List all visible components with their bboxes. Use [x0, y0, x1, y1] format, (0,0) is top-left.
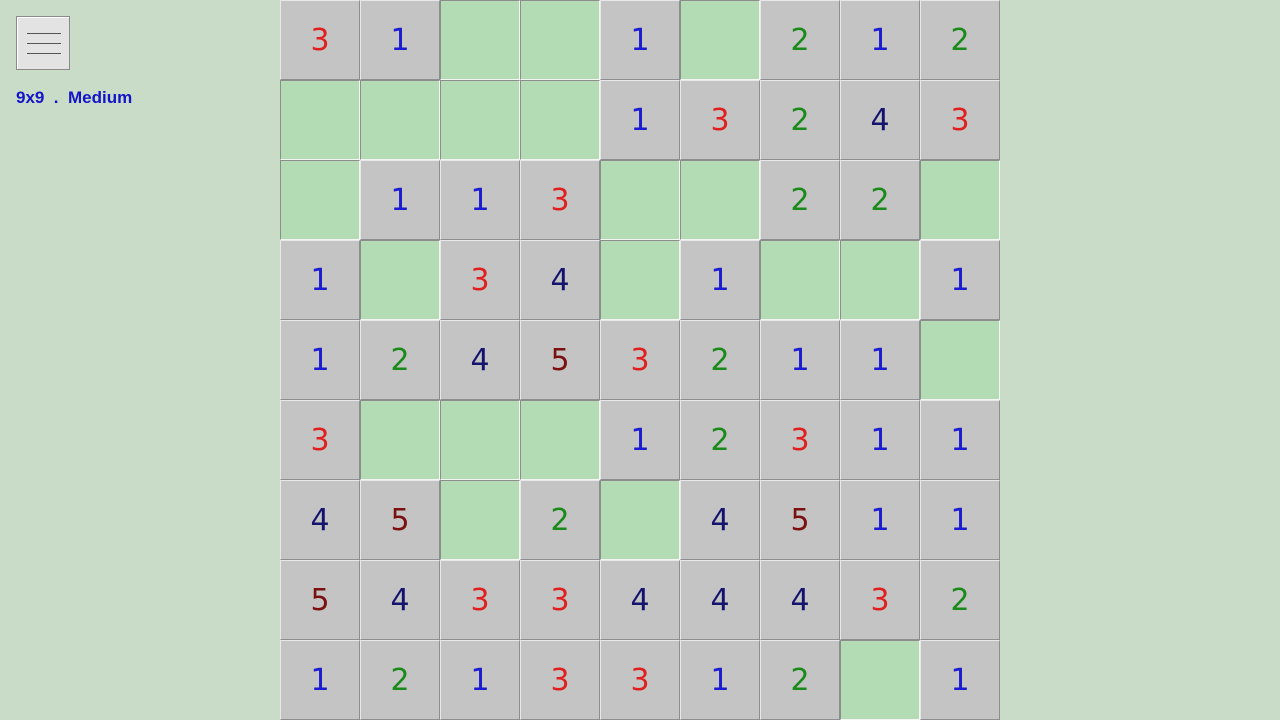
board-cell-blank[interactable] [600, 160, 680, 240]
board-cell-blank[interactable] [360, 400, 440, 480]
board-cell-number[interactable]: 1 [840, 400, 920, 480]
board-cell-number[interactable]: 1 [920, 640, 1000, 720]
board-cell-number[interactable]: 1 [280, 240, 360, 320]
board-cell-number[interactable]: 3 [600, 320, 680, 400]
board-cell-number[interactable]: 1 [920, 240, 1000, 320]
board-cell-number[interactable]: 2 [920, 0, 1000, 80]
board-cell-blank[interactable] [680, 160, 760, 240]
board-cell-number[interactable]: 5 [760, 480, 840, 560]
board-cell-number[interactable]: 4 [760, 560, 840, 640]
board-cell-blank[interactable] [840, 240, 920, 320]
board-cell-blank[interactable] [840, 640, 920, 720]
board-cell-blank[interactable] [520, 400, 600, 480]
board-cell-number[interactable]: 3 [520, 560, 600, 640]
board-cell-number[interactable]: 1 [760, 320, 840, 400]
board-cell-blank[interactable] [440, 480, 520, 560]
board-cell-number[interactable]: 3 [920, 80, 1000, 160]
board-cell-number[interactable]: 3 [440, 240, 520, 320]
board-cell-blank[interactable] [680, 0, 760, 80]
board-cell-number[interactable]: 1 [600, 80, 680, 160]
board-cell-blank[interactable] [360, 80, 440, 160]
board-cell-number[interactable]: 1 [600, 0, 680, 80]
board-cell-number[interactable]: 2 [520, 480, 600, 560]
board-cell-number[interactable]: 1 [920, 480, 1000, 560]
board-cell-blank[interactable] [760, 240, 840, 320]
game-size-difficulty-label: 9x9 . Medium [16, 88, 133, 107]
board-cell-number[interactable]: 4 [680, 480, 760, 560]
board-cell-number[interactable]: 4 [440, 320, 520, 400]
board-cell-number[interactable]: 1 [840, 0, 920, 80]
board-cell-number[interactable]: 2 [760, 160, 840, 240]
board-cell-blank[interactable] [440, 0, 520, 80]
board-cell-blank[interactable] [280, 160, 360, 240]
board-cell-number[interactable]: 2 [760, 80, 840, 160]
board-cell-number[interactable]: 4 [280, 480, 360, 560]
board-cell-blank[interactable] [600, 240, 680, 320]
board-cell-blank[interactable] [280, 80, 360, 160]
board-cell-number[interactable]: 1 [440, 640, 520, 720]
board-cell-number[interactable]: 1 [840, 320, 920, 400]
board-cell-number[interactable]: 2 [680, 320, 760, 400]
board-cell-number[interactable]: 5 [360, 480, 440, 560]
board-cell-blank[interactable] [600, 480, 680, 560]
board-cell-number[interactable]: 4 [600, 560, 680, 640]
game-screen: 9x9 . Medium 311212132431132213411124532… [0, 0, 1280, 720]
board-cell-number[interactable]: 4 [360, 560, 440, 640]
board-cell-number[interactable]: 1 [280, 640, 360, 720]
board-cell-number[interactable]: 2 [360, 320, 440, 400]
board-cell-blank[interactable] [360, 240, 440, 320]
board-cell-number[interactable]: 1 [360, 0, 440, 80]
board-cell-number[interactable]: 1 [840, 480, 920, 560]
board-cell-number[interactable]: 4 [680, 560, 760, 640]
board-cell-number[interactable]: 3 [520, 640, 600, 720]
board-cell-number[interactable]: 1 [440, 160, 520, 240]
board-cell-number[interactable]: 3 [760, 400, 840, 480]
board-cell-number[interactable]: 1 [680, 640, 760, 720]
board-cell-number[interactable]: 2 [840, 160, 920, 240]
board-cell-number[interactable]: 4 [840, 80, 920, 160]
game-board: 3112121324311322134111245321131231145245… [280, 0, 1000, 720]
board-cell-number[interactable]: 1 [680, 240, 760, 320]
hamburger-menu-icon [27, 53, 61, 54]
board-cell-number[interactable]: 5 [520, 320, 600, 400]
board-cell-number[interactable]: 3 [680, 80, 760, 160]
board-cell-number[interactable]: 2 [760, 640, 840, 720]
hamburger-menu-icon [27, 33, 61, 34]
board-cell-number[interactable]: 3 [440, 560, 520, 640]
board-cell-number[interactable]: 3 [280, 0, 360, 80]
board-cell-number[interactable]: 4 [520, 240, 600, 320]
board-cell-number[interactable]: 2 [760, 0, 840, 80]
hamburger-menu-icon [27, 43, 61, 44]
board-cell-number[interactable]: 5 [280, 560, 360, 640]
board-cell-number[interactable]: 2 [360, 640, 440, 720]
board-cell-number[interactable]: 1 [360, 160, 440, 240]
board-cell-number[interactable]: 3 [600, 640, 680, 720]
board-cell-number[interactable]: 3 [280, 400, 360, 480]
board-cell-number[interactable]: 1 [280, 320, 360, 400]
board-cell-number[interactable]: 3 [840, 560, 920, 640]
board-cell-blank[interactable] [440, 400, 520, 480]
board-cell-number[interactable]: 1 [600, 400, 680, 480]
menu-button[interactable] [16, 16, 70, 70]
board-cell-blank[interactable] [520, 80, 600, 160]
board-cell-blank[interactable] [440, 80, 520, 160]
board-cell-number[interactable]: 2 [680, 400, 760, 480]
board-cell-blank[interactable] [520, 0, 600, 80]
board-cell-blank[interactable] [920, 320, 1000, 400]
board-cell-number[interactable]: 3 [520, 160, 600, 240]
board-cell-number[interactable]: 1 [920, 400, 1000, 480]
board-cell-number[interactable]: 2 [920, 560, 1000, 640]
board-cell-blank[interactable] [920, 160, 1000, 240]
